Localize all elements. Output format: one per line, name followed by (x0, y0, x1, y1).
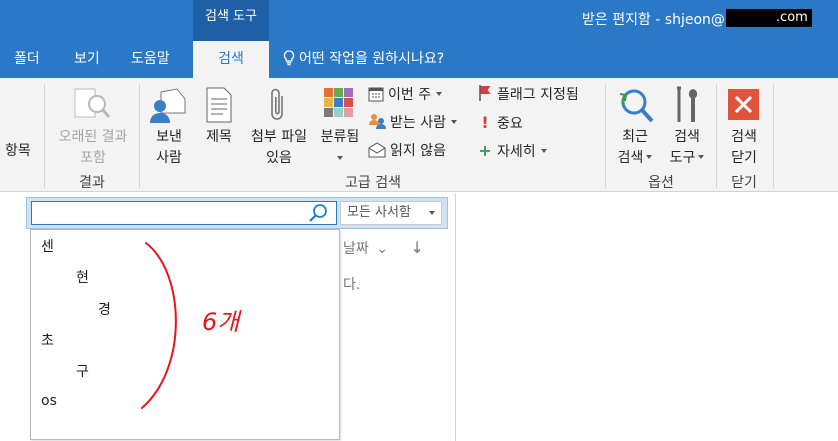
this-week-label: 이번 주 (388, 87, 432, 103)
window-title-prefix: 받은 편지함 - shjeon@ (582, 12, 725, 28)
flagged-button[interactable]: 플래그 지정됨 (478, 84, 579, 106)
sent-to-button[interactable]: 받는 사람 (368, 112, 457, 134)
older-results-label-1: 오래된 결과 (58, 129, 128, 145)
handwritten-annotation: 6개 (141, 242, 242, 409)
context-tab-search-tools[interactable]: 검색 도구 (193, 0, 269, 41)
chevron-down-icon: ⌄ (376, 241, 388, 257)
group-label-options: 옵션 (648, 175, 674, 191)
categorized-button[interactable]: 분류됨 (316, 127, 364, 160)
sender-icon (150, 88, 186, 123)
ribbon-separator (139, 84, 140, 188)
categorized-dropdown-icon (316, 148, 364, 160)
ribbon-tab-row: 폴더 보기 도움말 검색 어떤 작업을 원하시나요? (0, 41, 838, 78)
older-results-icon (74, 88, 111, 118)
sent-to-label: 받는 사람 (390, 115, 446, 131)
group-label-refine: 고급 검색 (345, 175, 401, 191)
search-input[interactable] (31, 201, 337, 225)
suggestion-item[interactable]: 경 (98, 299, 111, 319)
close-search-label-1: 검색 (731, 129, 757, 145)
calendar-icon (368, 87, 384, 102)
recent-searches-button[interactable]: 최근검색 (610, 127, 660, 169)
tab-help[interactable]: 도움말 (131, 41, 170, 78)
recent-searches-icon (619, 89, 654, 123)
suggestion-item[interactable]: 현 (76, 267, 89, 287)
search-icon[interactable] (308, 203, 330, 223)
older-results-button[interactable]: 오래된 결과포함 (52, 127, 134, 169)
pane-divider[interactable] (455, 193, 456, 441)
this-week-dropdown-icon (436, 92, 443, 96)
ribbon-separator (716, 84, 717, 188)
paperclip-icon (271, 88, 283, 120)
group-label-close: 닫기 (731, 175, 757, 191)
unread-label: 읽지 않음 (390, 143, 446, 159)
subject-icon (206, 87, 232, 123)
suggestion-item[interactable]: os (41, 393, 57, 409)
categorize-icon (324, 88, 353, 117)
tell-me-box[interactable]: 어떤 작업을 원하시나요? (283, 41, 444, 78)
sent-to-dropdown-icon (450, 120, 457, 124)
flagged-label: 플래그 지정됨 (497, 87, 579, 103)
search-scope-label: 모든 사서함 (347, 205, 411, 220)
window-title-suffix: .com (775, 10, 808, 25)
tell-me-label: 어떤 작업을 원하시나요? (299, 51, 445, 67)
group-label-results: 결과 (79, 175, 105, 191)
search-tools-button[interactable]: 검색도구 (662, 127, 712, 169)
more-button[interactable]: + 자세히 (478, 140, 547, 162)
lightbulb-icon (283, 50, 295, 66)
empty-list-text: 다. (343, 277, 361, 293)
has-attachments-label-2: 있음 (266, 150, 292, 166)
partial-group-label: 항목 (5, 143, 31, 159)
sender-label-2: 사람 (156, 150, 182, 166)
close-search-icon (728, 89, 759, 120)
this-week-button[interactable]: 이번 주 (368, 84, 443, 106)
search-tools-label-2: 도구 (662, 148, 712, 169)
sort-bar[interactable]: 날짜 ⌄ ↓ (343, 238, 424, 258)
important-label: 중요 (497, 116, 523, 132)
suggestion-item[interactable]: 구 (76, 361, 89, 381)
more-dropdown-icon (540, 149, 547, 153)
has-attachments-label-1: 첨부 파일 (251, 129, 307, 145)
search-tools-icon (677, 86, 698, 122)
recent-searches-label-2: 검색 (610, 148, 660, 169)
tab-folder[interactable]: 폴더 (14, 41, 40, 78)
chevron-down-icon (429, 211, 435, 215)
important-button[interactable]: ! 중요 (478, 112, 523, 134)
close-search-button[interactable]: 검색닫기 (722, 127, 766, 169)
title-bar: 검색 도구 받은 편지함 - shjeon@ .com (0, 0, 838, 41)
window-title: 받은 편지함 - shjeon@ .com (582, 9, 812, 29)
plus-icon: + (478, 141, 492, 160)
ribbon-separator (773, 84, 774, 188)
annotation-count: 6개 (202, 308, 242, 336)
sender-label-1: 보낸 (156, 129, 182, 145)
has-attachments-button[interactable]: 첨부 파일있음 (243, 127, 315, 169)
important-icon: ! (481, 113, 489, 132)
recent-searches-label-1: 최근 (622, 129, 648, 145)
sender-button[interactable]: 보낸사람 (150, 127, 188, 169)
envelope-open-icon (368, 142, 386, 158)
suggestion-item[interactable]: 센 (41, 236, 54, 256)
close-search-label-2: 닫기 (731, 150, 757, 166)
older-results-label-2: 포함 (80, 150, 106, 166)
tab-view[interactable]: 보기 (74, 41, 100, 78)
more-label: 자세히 (497, 144, 536, 160)
redacted-email-block: .com (725, 9, 812, 27)
ribbon-separator (44, 84, 45, 188)
sent-to-icon (369, 114, 386, 129)
suggestion-item[interactable]: 초 (41, 330, 54, 350)
search-tools-label-1: 검색 (674, 129, 700, 145)
unread-button[interactable]: 읽지 않음 (368, 140, 446, 162)
categorized-label: 분류됨 (320, 129, 360, 145)
subject-button[interactable]: 제목 (200, 127, 238, 148)
arrow-down-icon[interactable]: ↓ (410, 238, 423, 257)
tab-search[interactable]: 검색 (193, 41, 269, 78)
search-scope-dropdown[interactable]: 모든 사서함 (340, 201, 442, 225)
sort-label: 날짜 (343, 241, 369, 257)
flag-icon (479, 85, 491, 101)
ribbon-separator (605, 84, 606, 188)
